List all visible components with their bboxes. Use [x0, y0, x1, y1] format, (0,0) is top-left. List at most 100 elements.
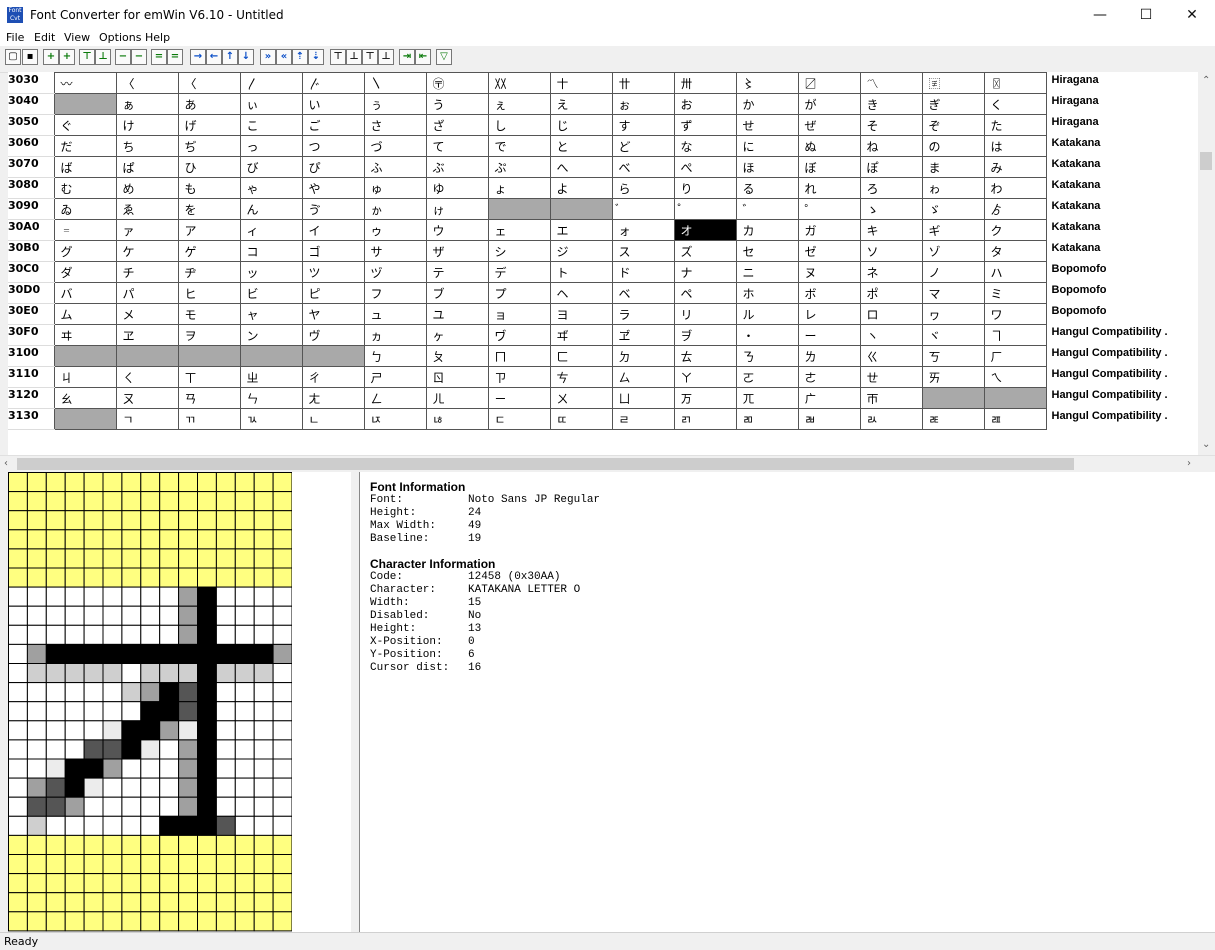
- char-cell[interactable]: ひ: [177, 156, 241, 178]
- glyph-pixel[interactable]: [26, 510, 47, 531]
- char-cell[interactable]: ァ: [115, 219, 179, 241]
- char-cell[interactable]: ニ: [735, 261, 799, 283]
- glyph-pixel[interactable]: [45, 873, 66, 894]
- char-cell[interactable]: [301, 345, 365, 367]
- char-cell[interactable]: 〳: [239, 72, 303, 94]
- glyph-pixel[interactable]: [272, 796, 292, 817]
- char-cell[interactable]: [53, 345, 117, 367]
- glyph-pixel[interactable]: [102, 758, 123, 779]
- glyph-pixel[interactable]: [197, 777, 217, 798]
- char-cell[interactable]: ふ: [363, 156, 427, 178]
- glyph-pixel[interactable]: [26, 739, 47, 760]
- char-cell[interactable]: ㄝ: [859, 366, 923, 388]
- glyph-pixel[interactable]: [215, 796, 236, 817]
- menu-help[interactable]: Help: [145, 31, 170, 44]
- glyph-pixel[interactable]: [140, 834, 161, 855]
- glyph-pixel[interactable]: [178, 529, 199, 550]
- char-cell[interactable]: ゚: [673, 198, 737, 220]
- glyph-pixel[interactable]: [64, 701, 85, 722]
- char-cell[interactable]: プ: [487, 282, 551, 304]
- glyph-pixel[interactable]: [159, 682, 180, 703]
- char-cell[interactable]: ベ: [611, 282, 675, 304]
- char-cell[interactable]: セ: [735, 240, 799, 262]
- char-cell[interactable]: ㄖ: [425, 366, 489, 388]
- glyph-pixel[interactable]: [102, 815, 123, 836]
- char-cell[interactable]: か: [735, 93, 799, 115]
- glyph-pixel[interactable]: [272, 510, 292, 531]
- glyph-pixel[interactable]: [159, 510, 180, 531]
- glyph-pixel[interactable]: [178, 624, 199, 645]
- char-cell[interactable]: ッ: [239, 261, 303, 283]
- char-cell[interactable]: る: [735, 177, 799, 199]
- char-cell[interactable]: ォ: [611, 219, 675, 241]
- glyph-pixel[interactable]: [197, 854, 217, 875]
- glyph-pixel[interactable]: [83, 682, 104, 703]
- glyph-pixel[interactable]: [102, 567, 123, 588]
- character-grid[interactable]: 3030 〰〈〈〳〴〵〶〷〸〹〺〻〼〽〾〿 Hiragana 3040 ぁあぃいぅうぇえ…: [8, 72, 1215, 455]
- glyph-pixel[interactable]: [253, 815, 274, 836]
- char-cell[interactable]: ゛: [735, 198, 799, 220]
- glyph-pixel[interactable]: [26, 663, 47, 684]
- char-cell[interactable]: ボ: [797, 282, 861, 304]
- glyph-pixel[interactable]: [64, 586, 85, 607]
- glyph-pixel[interactable]: [83, 777, 104, 798]
- glyph-pixel[interactable]: [215, 548, 236, 569]
- glyph-pixel[interactable]: [64, 815, 85, 836]
- glyph-pixel[interactable]: [272, 643, 292, 664]
- glyph-pixel[interactable]: [178, 491, 199, 512]
- glyph-pixel[interactable]: [197, 758, 217, 779]
- delete-col-right-button[interactable]: −: [131, 49, 147, 65]
- glyph-pixel[interactable]: [178, 643, 199, 664]
- glyph-pixel[interactable]: [197, 472, 217, 493]
- close-button[interactable]: ✕: [1169, 0, 1215, 30]
- glyph-pixel[interactable]: [64, 834, 85, 855]
- glyph-pixel[interactable]: [121, 834, 142, 855]
- glyph-pixel[interactable]: [140, 758, 161, 779]
- glyph-pixel[interactable]: [45, 720, 66, 741]
- char-cell[interactable]: ㄇ: [487, 345, 551, 367]
- char-cell[interactable]: よ: [549, 177, 613, 199]
- char-cell[interactable]: ㄉ: [611, 345, 675, 367]
- char-cell[interactable]: ツ: [301, 261, 365, 283]
- char-cell[interactable]: ウ: [425, 219, 489, 241]
- glyph-pixel[interactable]: [159, 548, 180, 569]
- char-cell[interactable]: ヲ: [177, 324, 241, 346]
- char-cell[interactable]: ょ: [487, 177, 551, 199]
- glyph-pixel[interactable]: [83, 663, 104, 684]
- glyph-pixel[interactable]: [64, 873, 85, 894]
- glyph-pixel[interactable]: [121, 548, 142, 569]
- glyph-pixel[interactable]: [121, 739, 142, 760]
- glyph-pixel[interactable]: [178, 586, 199, 607]
- glyph-pixel[interactable]: [234, 777, 255, 798]
- char-cell[interactable]: く: [983, 93, 1047, 115]
- glyph-pixel[interactable]: [64, 739, 85, 760]
- glyph-pixel[interactable]: [234, 815, 255, 836]
- glyph-pixel[interactable]: [197, 510, 217, 531]
- move-right-fast-button[interactable]: »: [260, 49, 276, 65]
- glyph-pixel[interactable]: [197, 892, 217, 913]
- glyph-pixel[interactable]: [121, 682, 142, 703]
- glyph-pixel[interactable]: [140, 682, 161, 703]
- glyph-pixel[interactable]: [26, 701, 47, 722]
- glyph-pixel[interactable]: [159, 701, 180, 722]
- glyph-pixel[interactable]: [8, 739, 28, 760]
- char-cell[interactable]: ㄺ: [673, 408, 737, 430]
- glyph-pixel[interactable]: [272, 682, 292, 703]
- glyph-pixel[interactable]: [178, 777, 199, 798]
- glyph-pixel[interactable]: [45, 663, 66, 684]
- glyph-pixel[interactable]: [178, 720, 199, 741]
- glyph-pixel[interactable]: [234, 873, 255, 894]
- char-cell[interactable]: ㄛ: [735, 366, 799, 388]
- char-cell[interactable]: ㄻ: [735, 408, 799, 430]
- vertical-scroll-thumb[interactable]: [1200, 152, 1212, 170]
- char-cell[interactable]: メ: [115, 303, 179, 325]
- glyph-pixel[interactable]: [26, 892, 47, 913]
- glyph-pixel[interactable]: [26, 567, 47, 588]
- char-cell[interactable]: ジ: [549, 240, 613, 262]
- char-cell[interactable]: [239, 345, 303, 367]
- glyph-pixel[interactable]: [64, 854, 85, 875]
- glyph-pixel[interactable]: [253, 873, 274, 894]
- glyph-pixel[interactable]: [253, 605, 274, 626]
- glyph-pixel[interactable]: [159, 834, 180, 855]
- glyph-pixel[interactable]: [102, 510, 123, 531]
